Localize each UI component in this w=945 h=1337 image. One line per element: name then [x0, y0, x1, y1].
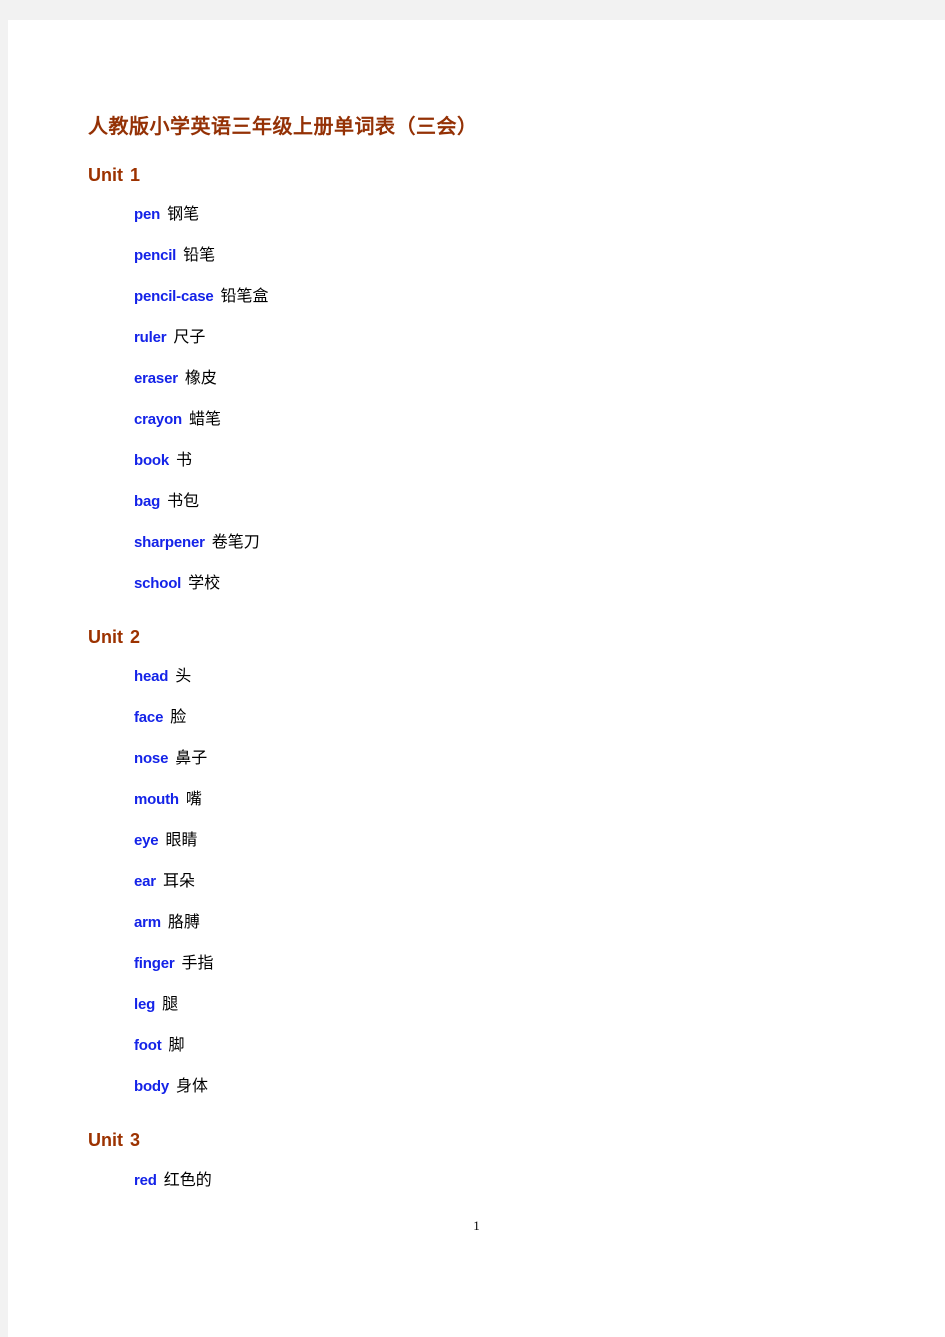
- word-english: ruler: [134, 329, 167, 347]
- word-english: red: [134, 1171, 157, 1189]
- word-list: pen 钢笔 pencil 铅笔 pencil-case 铅笔盒 ruler 尺子 eraser…: [88, 194, 878, 604]
- word-english: pencil-case: [134, 288, 214, 306]
- word-english: eye: [134, 832, 159, 850]
- word-english: leg: [134, 996, 156, 1014]
- word-english: mouth: [134, 791, 179, 809]
- word-english: body: [134, 1078, 170, 1096]
- word-chinese: 手指: [181, 955, 214, 973]
- page-number: 1: [473, 1218, 480, 1233]
- word-chinese: 蜡笔: [189, 411, 222, 429]
- word-english: bag: [134, 493, 161, 511]
- unit-heading: Unit 2: [88, 625, 878, 650]
- page-title: 人教版小学英语三年级上册单词表（三会）: [88, 116, 478, 138]
- word-entry: pen 钢笔: [88, 194, 878, 235]
- word-chinese: 鼻子: [175, 750, 208, 768]
- word-chinese: 钢笔: [167, 206, 200, 224]
- word-entry: arm 胳膊: [88, 902, 878, 943]
- word-entry: pencil 铅笔: [88, 235, 878, 276]
- word-list: red 红色的: [88, 1160, 878, 1201]
- units-container: Unit 1 pen 钢笔 pencil 铅笔 pencil-case 铅笔盒 ruler 尺子 e…: [88, 163, 878, 1201]
- word-chinese: 书包: [167, 493, 200, 511]
- word-chinese: 胳膊: [167, 914, 200, 932]
- word-entry: eye 眼睛: [88, 820, 878, 861]
- word-chinese: 卷笔刀: [211, 534, 260, 552]
- word-entry: red 红色的: [88, 1160, 878, 1201]
- word-chinese: 耳朵: [162, 873, 195, 891]
- word-list: head 头 face 脸 nose 鼻子 mouth 嘴 eye 眼睛 ear 耳朵 arm 胳膊 fin…: [88, 656, 878, 1107]
- word-chinese: 尺子: [173, 329, 206, 347]
- word-english: head: [134, 668, 169, 686]
- unit-number: 3: [130, 1130, 141, 1151]
- word-english: sharpener: [134, 534, 205, 552]
- word-entry: ear 耳朵: [88, 861, 878, 902]
- unit-number: 2: [130, 627, 141, 648]
- word-english: nose: [134, 750, 169, 768]
- unit-label: Unit: [88, 165, 123, 185]
- word-english: finger: [134, 955, 175, 973]
- word-entry: finger 手指: [88, 943, 878, 984]
- word-entry: eraser 橡皮: [88, 358, 878, 399]
- word-english: book: [134, 452, 170, 470]
- unit-heading: Unit 1: [88, 163, 878, 188]
- unit-heading: Unit 3: [88, 1128, 878, 1153]
- word-chinese: 嘴: [185, 791, 202, 809]
- word-chinese: 腿: [162, 996, 179, 1014]
- word-english: eraser: [134, 370, 178, 388]
- word-entry: sharpener 卷笔刀: [88, 522, 878, 563]
- word-chinese: 橡皮: [184, 370, 217, 388]
- document-content: 人教版小学英语三年级上册单词表（三会） Unit 1 pen 钢笔 pencil 铅笔 pe…: [88, 100, 878, 1201]
- unit-number: 1: [130, 165, 141, 185]
- word-entry: leg 腿: [88, 984, 878, 1025]
- word-chinese: 头: [175, 668, 192, 686]
- word-english: ear: [134, 873, 156, 891]
- unit-label: Unit: [88, 1130, 123, 1151]
- word-chinese: 学校: [188, 575, 221, 593]
- word-chinese: 红色的: [163, 1171, 212, 1189]
- word-entry: bag 书包: [88, 481, 878, 522]
- word-english: pencil: [134, 247, 177, 265]
- word-chinese: 脸: [170, 709, 187, 727]
- document-page: 人教版小学英语三年级上册单词表（三会） Unit 1 pen 钢笔 pencil 铅笔 pe…: [8, 20, 945, 1337]
- word-entry: nose 鼻子: [88, 738, 878, 779]
- word-entry: foot 脚: [88, 1025, 878, 1066]
- word-entry: crayon 蜡笔: [88, 399, 878, 440]
- word-english: foot: [134, 1037, 162, 1055]
- word-english: school: [134, 575, 182, 593]
- word-english: arm: [134, 914, 161, 932]
- word-entry: ruler 尺子: [88, 317, 878, 358]
- word-chinese: 书: [176, 452, 193, 470]
- word-english: pen: [134, 206, 161, 224]
- unit-label: Unit: [88, 627, 123, 648]
- word-chinese: 身体: [176, 1078, 209, 1096]
- word-chinese: 脚: [168, 1037, 185, 1055]
- word-entry: head 头: [88, 656, 878, 697]
- word-english: face: [134, 709, 164, 727]
- word-chinese: 铅笔盒: [220, 288, 269, 306]
- word-entry: pencil-case 铅笔盒: [88, 276, 878, 317]
- word-chinese: 铅笔: [183, 247, 216, 265]
- word-entry: school 学校: [88, 563, 878, 604]
- word-chinese: 眼睛: [165, 832, 198, 850]
- word-english: crayon: [134, 411, 182, 429]
- word-entry: body 身体: [88, 1066, 878, 1107]
- word-entry: book 书: [88, 440, 878, 481]
- word-entry: mouth 嘴: [88, 779, 878, 820]
- word-entry: face 脸: [88, 697, 878, 738]
